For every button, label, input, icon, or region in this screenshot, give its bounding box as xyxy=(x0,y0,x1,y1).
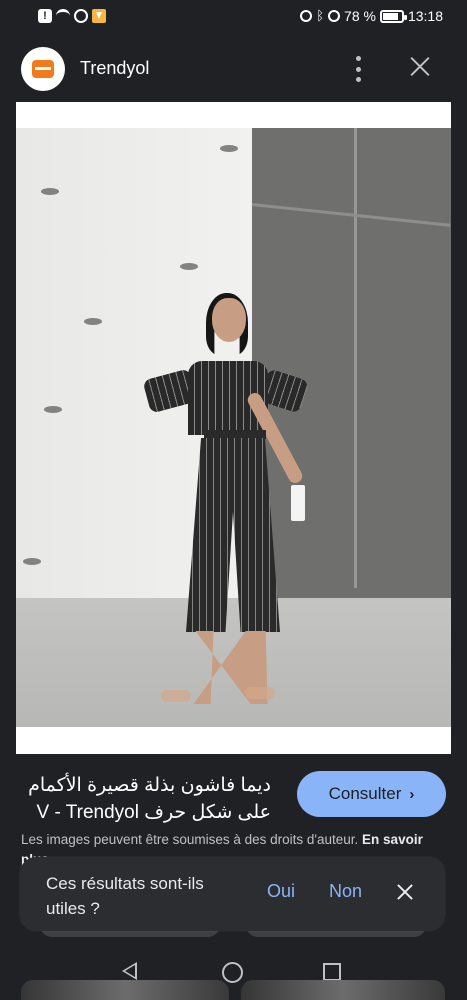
consult-button[interactable]: Consulter › xyxy=(297,771,446,817)
feedback-yes-button[interactable]: Oui xyxy=(267,881,295,902)
bottom-thumbnail[interactable] xyxy=(21,980,229,1000)
download-icon xyxy=(92,9,106,23)
alert-icon: ! xyxy=(38,9,52,23)
battery-icon xyxy=(379,9,407,23)
chevron-right-icon: › xyxy=(409,785,415,803)
model-face xyxy=(212,298,246,342)
bottom-thumbnail[interactable] xyxy=(241,980,445,1000)
alarm-icon xyxy=(300,10,313,22)
trendyol-logo xyxy=(21,47,65,91)
feedback-card: Ces résultats sont-ils utiles ? Oui Non xyxy=(20,857,445,931)
paint-splat xyxy=(220,145,238,152)
paint-splat xyxy=(23,558,41,565)
consult-button-label: Consulter xyxy=(328,784,402,803)
copyright-text: Les images peuvent être soumises à des d… xyxy=(21,832,359,847)
recent-apps-icon[interactable] xyxy=(323,963,341,981)
back-icon[interactable] xyxy=(122,962,137,980)
wall-seam xyxy=(354,128,357,588)
close-icon[interactable] xyxy=(409,55,431,77)
more-icon[interactable] xyxy=(350,56,366,82)
sandal xyxy=(161,690,191,702)
status-bar: ! ᛒ 78 % 13:18 xyxy=(0,0,467,36)
jumpsuit-belt xyxy=(204,430,266,439)
bluetooth-icon: ᛒ xyxy=(316,8,325,23)
status-time: 13:18 xyxy=(407,8,443,24)
status-right: ᛒ 78 % 13:18 xyxy=(300,8,443,24)
clock-icon xyxy=(74,9,88,23)
feedback-question: Ces résultats sont-ils utiles ? xyxy=(46,874,204,918)
app-title: Trendyol xyxy=(80,58,150,78)
paint-splat xyxy=(180,263,198,270)
product-image[interactable] xyxy=(16,128,451,727)
feedback-no-button[interactable]: Non xyxy=(329,881,362,902)
close-icon[interactable] xyxy=(397,884,413,900)
product-title[interactable]: ديما فاشون بذلة قصيرة الأكمام على شكل حر… xyxy=(21,772,271,826)
coffee-cup xyxy=(291,485,305,521)
paint-splat xyxy=(41,188,59,195)
paint-splat xyxy=(84,318,102,325)
app-header: Trendyol xyxy=(0,36,467,102)
battery-percent: 78 % xyxy=(344,8,376,24)
home-icon[interactable] xyxy=(222,962,243,983)
paint-splat xyxy=(44,406,62,413)
sandal xyxy=(245,687,275,699)
silent-icon xyxy=(328,10,341,22)
wifi-icon xyxy=(56,9,70,23)
status-left-icons: ! xyxy=(38,9,106,23)
